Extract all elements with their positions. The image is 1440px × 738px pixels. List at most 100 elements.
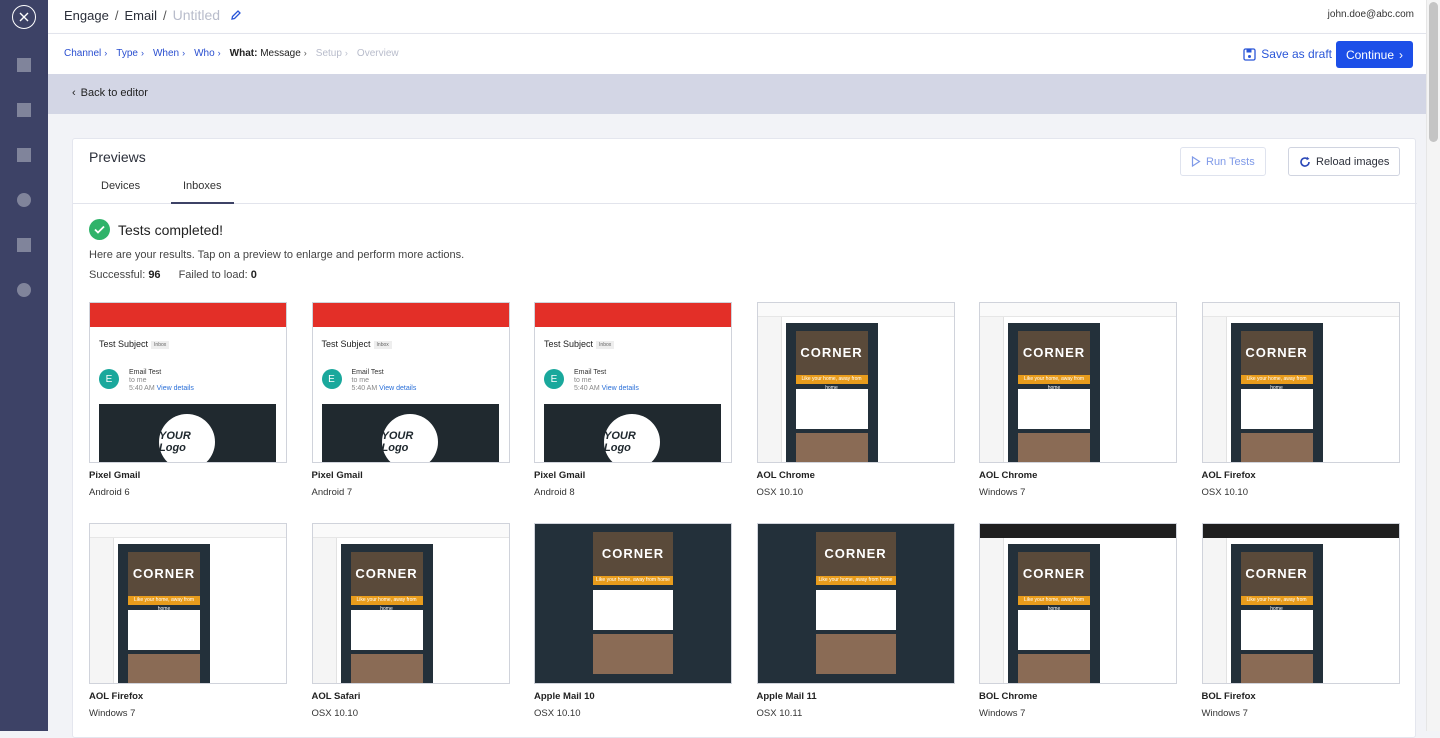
- sender-info: Email Test to me 5:40 AM View details: [129, 369, 194, 392]
- client-name: AOL Chrome: [979, 470, 1038, 481]
- back-to-editor-link[interactable]: ‹ Back to editor: [72, 87, 148, 99]
- email-body: CORNER Like your home, away from home: [118, 544, 210, 683]
- breadcrumb-separator: /: [114, 7, 119, 23]
- preview-tile[interactable]: CORNER Like your home, away from home BO…: [1201, 523, 1400, 719]
- email-subject: Test Subject Inbox: [544, 339, 615, 349]
- preview-thumbnail[interactable]: CORNER Like your home, away from home: [1201, 302, 1400, 463]
- edit-pencil-icon[interactable]: [230, 9, 242, 21]
- scrollbar[interactable]: [1426, 0, 1440, 731]
- preview-tile[interactable]: CORNER Like your home, away from home BO…: [979, 523, 1177, 719]
- play-icon: [1191, 156, 1201, 167]
- tab-devices[interactable]: Devices: [89, 180, 152, 204]
- webmail-rail: [246, 538, 286, 683]
- successful-count: Successful: 96: [89, 269, 161, 281]
- preview-thumbnail[interactable]: CORNER Like your home, away from home: [1201, 523, 1400, 684]
- save-draft-button[interactable]: Save as draft: [1243, 47, 1332, 61]
- preview-thumbnail[interactable]: CORNER Like your home, away from home: [979, 302, 1177, 463]
- email-subject: Test Subject Inbox: [99, 339, 170, 349]
- campaign-title[interactable]: Untitled: [173, 7, 220, 23]
- newsletter-tagline: Like your home, away from home: [795, 375, 868, 391]
- preview-tile[interactable]: Test Subject Inbox E Email Test to me 5:40 …: [534, 302, 732, 498]
- documents-icon[interactable]: [17, 238, 31, 252]
- preview-thumbnail[interactable]: CORNER Like your home, away from home: [979, 523, 1177, 684]
- newsletter-hero: CORNER: [1240, 331, 1313, 375]
- email-body: CORNER Like your home, away from home: [1230, 323, 1323, 462]
- client-name: AOL Chrome: [756, 470, 815, 481]
- scrollbar-thumb[interactable]: [1429, 2, 1438, 142]
- step-type[interactable]: Type ›: [116, 48, 144, 59]
- preview-tile[interactable]: CORNER Like your home, away from home AO…: [756, 302, 955, 498]
- client-name: BOL Firefox: [1201, 691, 1256, 702]
- client-name: AOL Firefox: [89, 691, 144, 702]
- preview-tile[interactable]: CORNER Like your home, away from home Ap…: [534, 523, 732, 719]
- newsletter-card: [1273, 389, 1313, 429]
- preview-tile[interactable]: CORNER Like your home, away from home AO…: [1201, 302, 1400, 498]
- preview-thumbnail[interactable]: CORNER Like your home, away from home: [311, 523, 510, 684]
- sender-avatar: E: [321, 369, 342, 389]
- newsletter-hero: CORNER: [815, 532, 896, 576]
- email-body: CORNER Like your home, away from home: [785, 323, 878, 462]
- step-when[interactable]: When ›: [153, 48, 185, 59]
- continue-button[interactable]: Continue ›: [1336, 41, 1413, 68]
- chevron-left-icon: ‹: [72, 87, 76, 99]
- breadcrumb-engage[interactable]: Engage: [64, 8, 109, 23]
- reports-icon[interactable]: [17, 148, 31, 162]
- webmail-rail: [1136, 317, 1176, 462]
- newsletter-hero: CORNER: [795, 331, 868, 375]
- results-note: Here are your results. Tap on a preview …: [89, 249, 465, 261]
- webmail-rail: [1358, 317, 1399, 462]
- breadcrumb-email[interactable]: Email: [124, 8, 157, 23]
- step-what[interactable]: What: Message ›: [230, 48, 307, 59]
- webmail-rail: [1136, 538, 1176, 683]
- webmail-rail: [913, 317, 954, 462]
- step-channel[interactable]: Channel ›: [64, 48, 107, 59]
- preview-thumbnail[interactable]: CORNER Like your home, away from home: [89, 523, 287, 684]
- user-email[interactable]: john.doe@abc.com: [1328, 9, 1414, 20]
- preview-tile[interactable]: Test Subject Inbox E Email Test to me 5:40 …: [311, 302, 510, 498]
- newsletter-card: [593, 590, 635, 630]
- previews-title: Previews: [89, 149, 146, 165]
- top-bar: Engage / Email / Untitled john.doe@abc.com: [48, 0, 1426, 34]
- back-band: ‹ Back to editor: [48, 74, 1426, 114]
- newsletter-tagline: Like your home, away from home: [128, 596, 200, 612]
- preview-tile[interactable]: CORNER Like your home, away from home Ap…: [756, 523, 955, 719]
- webmail-rail: [1358, 538, 1399, 683]
- tab-inboxes[interactable]: Inboxes: [171, 180, 234, 204]
- close-icon[interactable]: [12, 5, 36, 29]
- newsletter-card: [1051, 389, 1090, 429]
- settings-icon[interactable]: [17, 283, 31, 297]
- result-counts: Successful: 96 Failed to load: 0: [89, 269, 257, 281]
- newsletter-hero: CORNER: [1018, 331, 1090, 375]
- email-body: CORNER Like your home, away from home: [757, 524, 954, 683]
- preview-thumbnail[interactable]: Test Subject Inbox E Email Test to me 5:40 …: [534, 302, 732, 463]
- preview-tile[interactable]: CORNER Like your home, away from home AO…: [89, 523, 287, 719]
- email-body: CORNER Like your home, away from home: [340, 544, 433, 683]
- preview-tile[interactable]: CORNER Like your home, away from home AO…: [979, 302, 1177, 498]
- preview-thumbnail[interactable]: Test Subject Inbox E Email Test to me 5:40 …: [89, 302, 287, 463]
- webmail-header: [1202, 524, 1399, 538]
- webmail-sidebar: [980, 538, 1004, 683]
- preview-thumbnail[interactable]: CORNER Like your home, away from home: [534, 523, 732, 684]
- preview-thumbnail[interactable]: CORNER Like your home, away from home: [756, 302, 955, 463]
- reload-images-button[interactable]: Reload images: [1288, 147, 1401, 176]
- preview-tile[interactable]: Test Subject Inbox E Email Test to me 5:40 …: [89, 302, 287, 498]
- preview-thumbnail[interactable]: CORNER Like your home, away from home: [756, 523, 955, 684]
- test-status: Tests completed!: [89, 219, 223, 240]
- wizard-steps: Channel › Type › When › Who › What: Message ›…: [64, 48, 399, 59]
- step-who[interactable]: Who ›: [194, 48, 221, 59]
- client-os: OSX 10.11: [756, 708, 803, 719]
- preview-thumbnail[interactable]: Test Subject Inbox E Email Test to me 5:40 …: [311, 302, 510, 463]
- dashboard-icon[interactable]: [17, 58, 31, 72]
- status-text: Tests completed!: [118, 221, 224, 238]
- run-tests-button[interactable]: Run Tests: [1180, 147, 1266, 176]
- newsletter-card: [593, 634, 635, 674]
- webmail-sidebar: [980, 317, 1004, 462]
- analytics-icon[interactable]: [17, 103, 31, 117]
- segments-icon[interactable]: [17, 193, 31, 207]
- client-os: OSX 10.10: [756, 487, 803, 498]
- preview-tile[interactable]: CORNER Like your home, away from home AO…: [311, 523, 510, 719]
- app-sidebar: [0, 0, 48, 731]
- client-name: AOL Safari: [311, 691, 361, 702]
- newsletter-card: [1273, 433, 1313, 462]
- newsletter-tagline: Like your home, away from home: [1240, 596, 1313, 612]
